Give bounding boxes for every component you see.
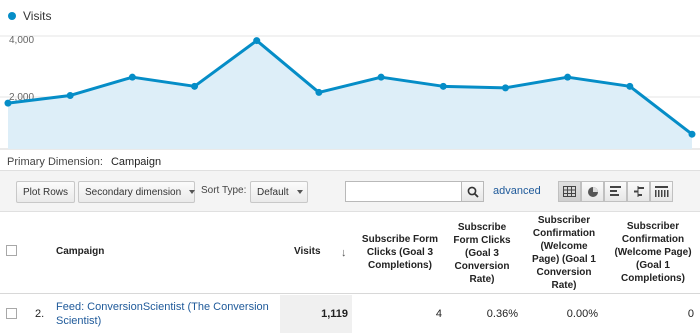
chevron-down-icon [189, 190, 196, 194]
column-header-goal3-completions[interactable]: Subscribe Form Clicks (Goal 3 Completion… [360, 233, 440, 272]
data-point-0[interactable] [4, 99, 12, 107]
chart-svg: 4,000 2,000 [0, 35, 700, 150]
visits-area [8, 40, 692, 150]
table-view-icon [563, 186, 576, 197]
data-point-4[interactable] [253, 37, 261, 45]
pivot-view-button[interactable] [650, 181, 673, 202]
comparison-view-icon [633, 186, 644, 197]
sort-type-value: Default [257, 186, 289, 198]
sort-type-label: Sort Type: [201, 185, 247, 196]
column-header-campaign[interactable]: Campaign [56, 245, 104, 258]
data-point-10[interactable] [626, 82, 634, 90]
select-all-checkbox[interactable] [6, 245, 17, 256]
row-checkbox[interactable] [6, 308, 17, 319]
advanced-filter-link[interactable]: advanced [493, 185, 541, 197]
row-index: 2. [35, 308, 45, 320]
pie-view-button[interactable] [581, 181, 604, 202]
table-header: Campaign Visits Subscribe Form Clicks (G… [0, 212, 700, 294]
legend-label: Visits [23, 9, 52, 23]
goal3-completions-value: 4 [435, 308, 442, 320]
data-point-2[interactable] [128, 73, 136, 81]
goal3-rate-value: 0.36% [486, 308, 518, 320]
chart-legend[interactable]: Visits [8, 9, 51, 23]
y-tick-label-4000: 4,000 [9, 35, 34, 46]
data-point-3[interactable] [191, 82, 199, 90]
performance-view-icon [609, 186, 621, 196]
table-row: 2. Feed: ConversionScientist (The Conver… [0, 295, 700, 333]
search-icon [467, 186, 479, 198]
data-point-11[interactable] [688, 130, 696, 138]
data-point-5[interactable] [315, 88, 323, 96]
sort-descending-icon[interactable]: ↓ [341, 247, 347, 259]
data-point-1[interactable] [66, 91, 74, 99]
column-header-goal3-rate[interactable]: Subscribe Form Clicks (Goal 3 Conversion… [447, 221, 517, 286]
comparison-view-button[interactable] [627, 181, 650, 202]
secondary-dimension-label: Secondary dimension [85, 186, 182, 198]
data-point-7[interactable] [439, 82, 447, 90]
table-toolbar: Plot Rows Secondary dimension Sort Type:… [0, 170, 700, 212]
primary-dimension: Primary Dimension: Campaign [7, 156, 161, 168]
campaign-link[interactable]: Feed: ConversionScientist (The Conversio… [56, 300, 278, 328]
chevron-down-icon [296, 190, 303, 194]
table-view-button[interactable] [558, 181, 581, 202]
search-button[interactable] [462, 181, 484, 202]
legend-dot-icon [8, 12, 16, 20]
pivot-view-icon [654, 186, 668, 197]
secondary-dimension-dropdown[interactable]: Secondary dimension [78, 181, 196, 203]
column-header-visits[interactable]: Visits [294, 245, 321, 258]
performance-view-button[interactable] [604, 181, 627, 202]
plot-rows-label: Plot Rows [23, 186, 69, 198]
primary-dimension-label: Primary Dimension: [7, 156, 103, 168]
goal1-completions-value: 0 [687, 308, 694, 320]
visits-value: 1,119 [321, 308, 348, 320]
data-point-9[interactable] [564, 73, 572, 81]
column-header-goal1-rate[interactable]: Subscriber Confirmation (Welcome Page) (… [527, 214, 601, 292]
sort-type-dropdown[interactable]: Default [250, 181, 308, 203]
column-header-goal1-completions[interactable]: Subscriber Confirmation (Welcome Page) (… [609, 220, 697, 285]
pie-view-icon [587, 186, 598, 197]
table-search-input[interactable] [345, 181, 462, 202]
primary-dimension-value[interactable]: Campaign [111, 156, 161, 168]
visits-chart: 4,000 2,000 Visits [0, 0, 700, 150]
goal1-rate-value: 0.00% [566, 308, 598, 320]
plot-rows-button[interactable]: Plot Rows [16, 181, 76, 203]
data-point-6[interactable] [377, 73, 385, 81]
data-point-8[interactable] [501, 84, 509, 92]
chart-marks [4, 37, 696, 150]
